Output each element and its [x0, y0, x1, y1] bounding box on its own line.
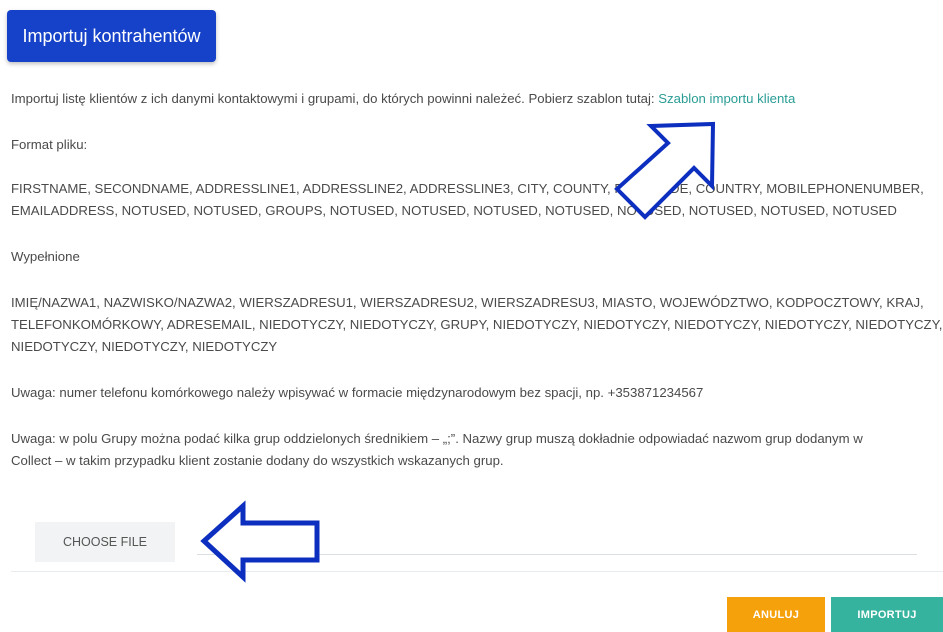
annotation-left-arrow-icon [200, 500, 320, 583]
